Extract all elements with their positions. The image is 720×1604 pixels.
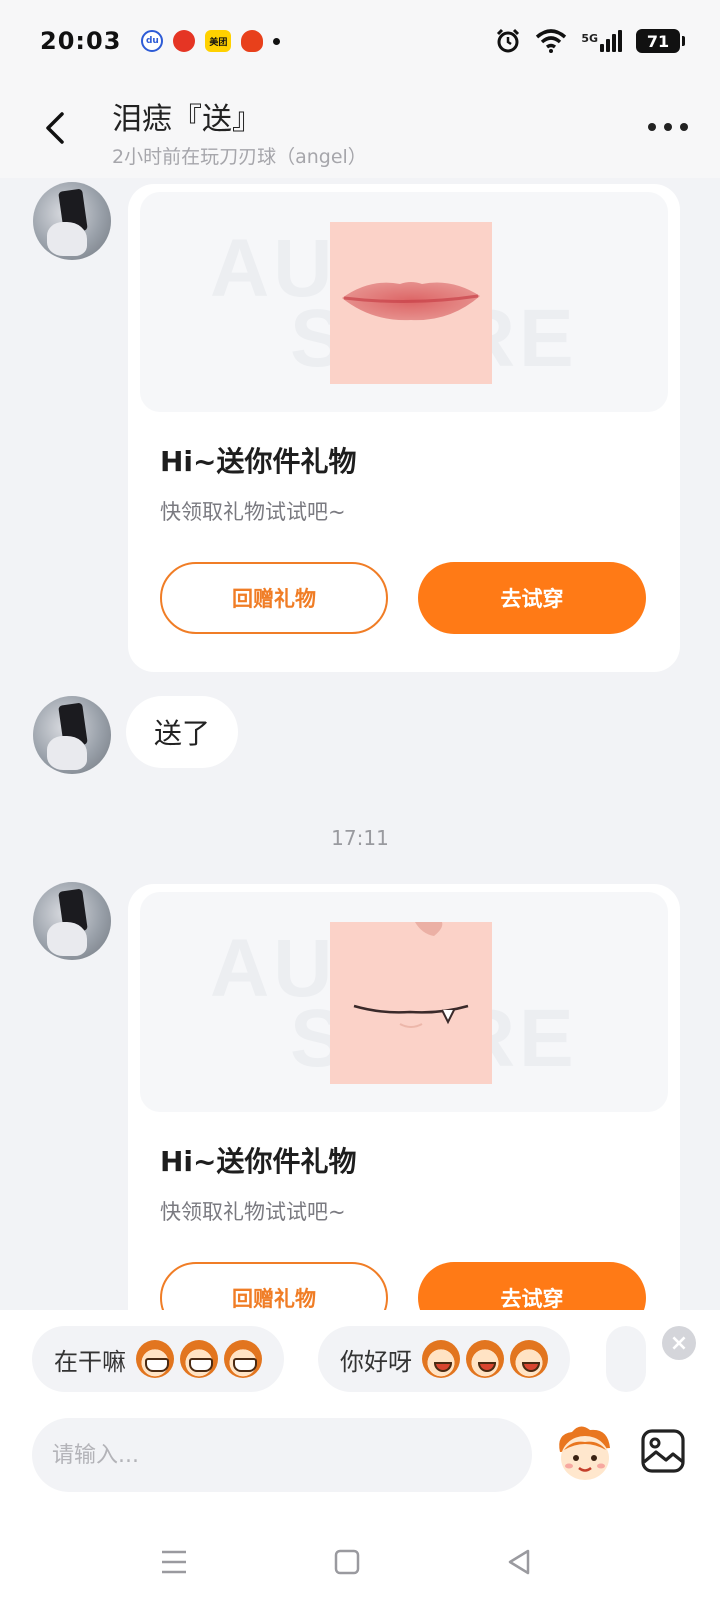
avatar[interactable] xyxy=(33,696,111,774)
quick-reply-text: 你好呀 xyxy=(340,1347,412,1376)
status-time: 20:03 xyxy=(40,27,122,55)
message-bubble[interactable]: 送了 xyxy=(126,696,239,768)
back-nav-icon[interactable] xyxy=(500,1542,540,1582)
avatar[interactable] xyxy=(33,882,111,960)
grin-mascot-emoji-icon xyxy=(180,1340,218,1378)
chat-header: 泪痣『送』 2小时前在玩刀刃球（angel） xyxy=(0,82,720,178)
message-input[interactable] xyxy=(32,1418,532,1492)
return-gift-button[interactable]: 回赠礼物 xyxy=(160,562,388,634)
notification-dot-icon xyxy=(273,37,281,45)
quick-reply-chip-partial[interactable] xyxy=(606,1326,646,1392)
baidu-app-icon: du xyxy=(141,30,164,52)
gift-image xyxy=(330,222,492,384)
quick-reply-chip[interactable]: 你好呀 xyxy=(318,1326,570,1392)
contact-status: 2小时前在玩刀刃球（angel） xyxy=(112,146,367,168)
quick-replies: 在干嘛 你好呀 xyxy=(0,1326,720,1392)
contact-name: 泪痣『送』 xyxy=(112,102,262,137)
avatar[interactable] xyxy=(33,182,111,260)
gift-card: AU R S RE Hi~送你件礼物 快领取礼物试试吧~ 回赠礼物 去试穿 xyxy=(128,884,680,1310)
chat-messages[interactable]: AU R S RE Hi~送你件礼物 快领取礼物试试吧~ 回赠礼物 去试 xyxy=(0,178,720,1310)
close-quick-replies-icon[interactable]: × xyxy=(662,1326,696,1360)
smile-mascot-emoji-icon xyxy=(510,1340,548,1378)
gift-title: Hi~送你件礼物 xyxy=(160,1145,357,1178)
more-options-icon[interactable] xyxy=(648,112,688,142)
home-icon[interactable] xyxy=(327,1542,367,1582)
quick-reply-text: 在干嘛 xyxy=(54,1347,126,1376)
gift-preview[interactable]: AU R S RE xyxy=(140,192,668,412)
gift-subtitle: 快领取礼物试试吧~ xyxy=(160,1200,346,1224)
quick-reply-chip[interactable]: 在干嘛 xyxy=(32,1326,284,1392)
return-gift-button[interactable]: 回赠礼物 xyxy=(160,1262,388,1310)
try-on-button[interactable]: 去试穿 xyxy=(418,1262,646,1310)
gift-card: AU R S RE Hi~送你件礼物 快领取礼物试试吧~ 回赠礼物 去试 xyxy=(128,184,680,672)
meituan-app-icon: 美团 xyxy=(205,30,232,52)
cellular-signal-icon: 5G xyxy=(581,30,622,52)
gift-preview[interactable]: AU R S RE xyxy=(140,892,668,1112)
smile-mascot-emoji-icon xyxy=(422,1340,460,1378)
image-picker-icon[interactable] xyxy=(640,1428,686,1474)
try-on-button[interactable]: 去试穿 xyxy=(418,562,646,634)
alarm-icon xyxy=(497,28,520,53)
bottom-panel: 在干嘛 你好呀 × xyxy=(0,1310,720,1604)
back-arrow-icon[interactable] xyxy=(36,108,76,148)
grin-mascot-emoji-icon xyxy=(224,1340,262,1378)
gift-subtitle: 快领取礼物试试吧~ xyxy=(160,500,346,524)
wifi-icon xyxy=(536,29,567,53)
pinduoduo-app-icon xyxy=(241,30,264,52)
gift-image xyxy=(330,922,492,1084)
red-app-icon xyxy=(173,30,196,52)
system-nav-bar xyxy=(0,1520,720,1604)
gift-title: Hi~送你件礼物 xyxy=(160,445,357,478)
mascot-emoji-icon[interactable] xyxy=(554,1422,616,1484)
grin-mascot-emoji-icon xyxy=(136,1340,174,1378)
smile-mascot-emoji-icon xyxy=(466,1340,504,1378)
battery-icon: 71 xyxy=(636,29,685,53)
status-bar: 20:03 du 美团 5G 71 xyxy=(0,0,720,82)
timestamp: 17:11 xyxy=(331,826,389,850)
status-app-icons: du 美团 xyxy=(141,30,281,52)
menu-icon[interactable] xyxy=(154,1542,194,1582)
